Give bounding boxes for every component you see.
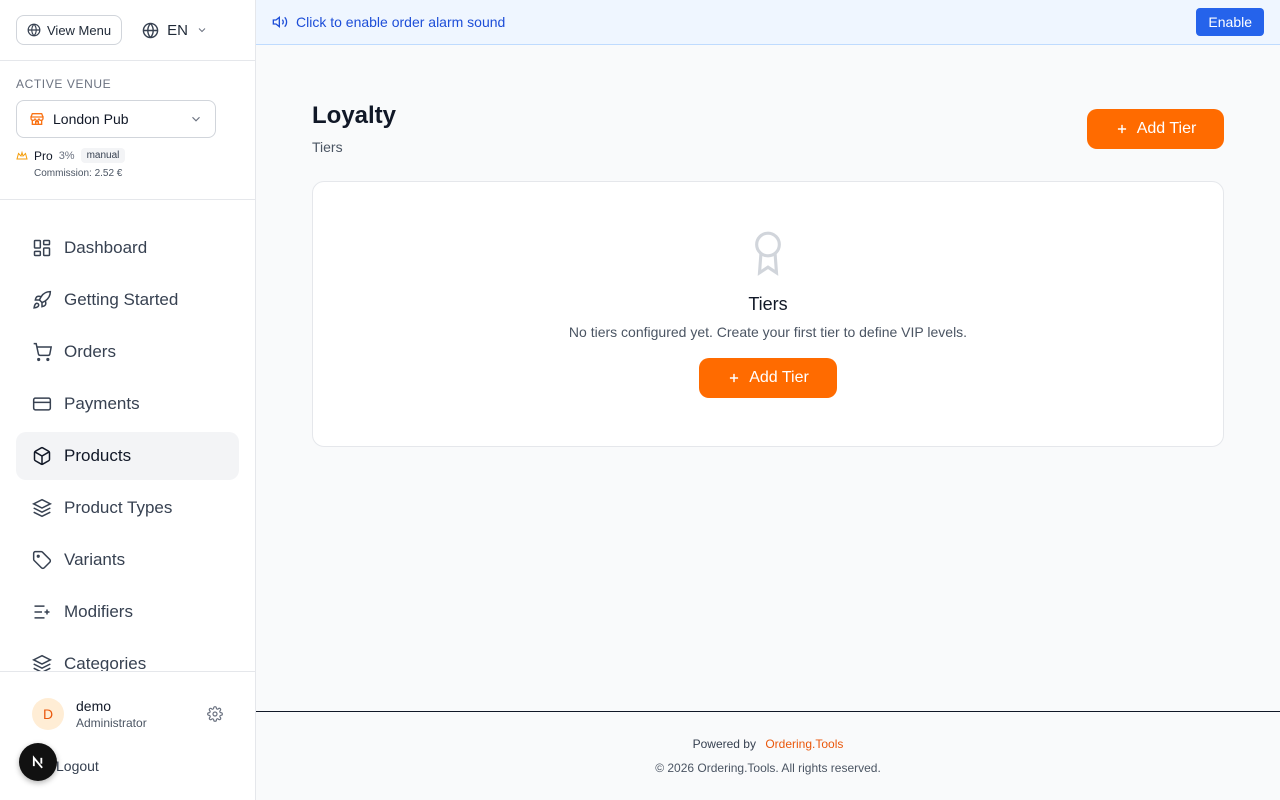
- sidebar-nav: Dashboard Getting Started Orders Payment…: [0, 200, 255, 688]
- sidebar-item-modifiers[interactable]: Modifiers: [16, 588, 239, 636]
- copyright: © 2026 Ordering.Tools. All rights reserv…: [655, 761, 881, 775]
- brand-link[interactable]: Ordering.Tools: [765, 737, 843, 751]
- tag-icon: [32, 550, 52, 570]
- plus-icon: [730, 373, 739, 383]
- sidebar-item-variants[interactable]: Variants: [16, 536, 239, 584]
- globe-icon: [142, 22, 159, 38]
- plan-name: Pro: [34, 148, 53, 163]
- credit-card-icon: [32, 397, 52, 411]
- sidebar-item-label: Products: [64, 446, 132, 465]
- rocket-icon: [33, 290, 52, 309]
- sidebar: View Menu EN ACTIVE VENUE London Pub Pro…: [0, 0, 256, 800]
- cart-icon: [33, 342, 52, 362]
- page-title: Loyalty: [312, 102, 397, 129]
- next-logo-icon: [32, 755, 43, 769]
- language-label: EN: [167, 21, 188, 39]
- sidebar-item-getting-started[interactable]: Getting Started: [16, 276, 239, 324]
- sidebar-item-label: Product Types: [64, 498, 173, 517]
- venue-name: London Pub: [53, 111, 129, 127]
- sidebar-item-product-types[interactable]: Product Types: [16, 484, 239, 532]
- sidebar-header: View Menu EN: [0, 0, 255, 61]
- empty-state-text: No tiers configured yet. Create your fir…: [568, 324, 968, 340]
- commission-text: Commission: 2.52 €: [34, 168, 123, 179]
- store-icon: [30, 113, 44, 125]
- footer: Powered by Ordering.Tools © 2026 Orderin…: [256, 711, 1280, 800]
- sidebar-item-label: Orders: [64, 342, 116, 361]
- alarm-banner: Click to enable order alarm sound Enable: [256, 0, 1280, 45]
- page-subtitle: Tiers: [312, 139, 343, 155]
- sidebar-item-label: Modifiers: [64, 602, 133, 621]
- banner-text[interactable]: Click to enable order alarm sound: [296, 14, 1196, 30]
- award-icon: [755, 231, 781, 276]
- venue-section: ACTIVE VENUE London Pub Pro 3% manual Co…: [0, 61, 255, 200]
- view-menu-button[interactable]: View Menu: [16, 15, 123, 45]
- sidebar-item-orders[interactable]: Orders: [16, 328, 239, 376]
- avatar: D: [32, 698, 64, 730]
- add-tier-button[interactable]: Add Tier: [1087, 109, 1224, 149]
- sidebar-item-dashboard[interactable]: Dashboard: [16, 224, 239, 272]
- view-menu-label: View Menu: [47, 22, 112, 38]
- venue-section-label: ACTIVE VENUE: [16, 77, 112, 91]
- logout-button[interactable]: Logout: [56, 758, 99, 774]
- sidebar-item-products[interactable]: Products: [16, 432, 239, 480]
- plan-mode-badge: manual: [80, 148, 126, 163]
- plus-icon: [1117, 124, 1126, 134]
- sidebar-item-payments[interactable]: Payments: [16, 380, 239, 428]
- gear-icon[interactable]: [207, 706, 223, 722]
- sidebar-item-label: Variants: [64, 550, 126, 569]
- add-tier-label: Add Tier: [1136, 120, 1197, 137]
- user-role: Administrator: [76, 716, 147, 730]
- powered-by: Powered by Ordering.Tools: [256, 737, 1280, 751]
- sidebar-item-label: Dashboard: [64, 238, 148, 257]
- plan-row: Pro 3% manual: [16, 148, 239, 163]
- chevron-down-icon: [198, 28, 206, 33]
- user-name: demo: [76, 698, 112, 714]
- venue-select[interactable]: London Pub: [16, 100, 216, 138]
- globe-icon: [27, 23, 41, 37]
- powered-by-text: Powered by: [692, 737, 756, 751]
- speaker-icon: [272, 15, 288, 29]
- chevron-down-icon: [192, 116, 200, 122]
- language-selector[interactable]: EN: [142, 22, 208, 39]
- list-plus-icon: [34, 605, 50, 619]
- sidebar-item-label: Getting Started: [64, 290, 179, 309]
- sidebar-item-label: Payments: [64, 394, 140, 413]
- next-dev-badge[interactable]: [19, 743, 57, 781]
- enable-sound-button[interactable]: Enable: [1196, 8, 1264, 36]
- add-tier-button[interactable]: Add Tier: [699, 358, 837, 398]
- plan-percent: 3%: [58, 149, 75, 162]
- empty-state-title: Tiers: [748, 294, 788, 314]
- add-tier-label: Add Tier: [749, 369, 809, 386]
- layers-icon: [32, 498, 52, 518]
- tiers-empty-card: Tiers No tiers configured yet. Create yo…: [312, 181, 1224, 447]
- crown-icon: [16, 150, 28, 159]
- dashboard-icon: [33, 239, 51, 257]
- box-icon: [33, 446, 51, 466]
